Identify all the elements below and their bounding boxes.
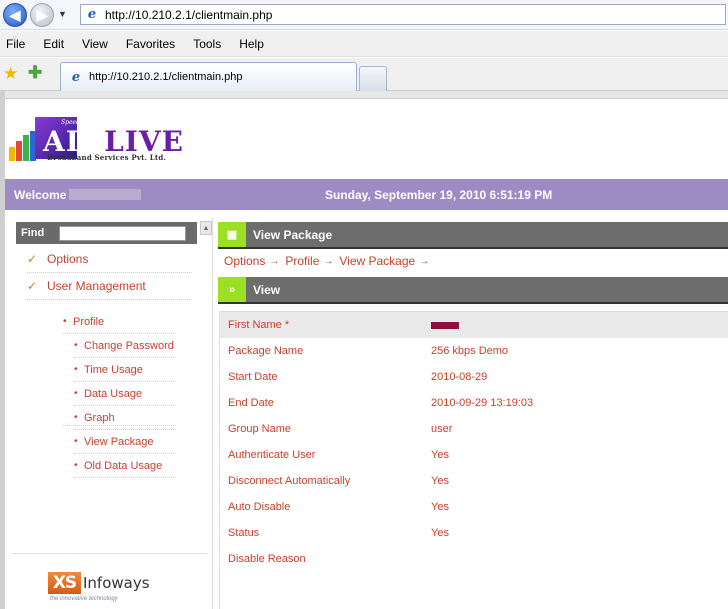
header-divider — [218, 247, 728, 249]
sidebar-subitem-label: Old Data Usage — [84, 459, 163, 472]
sidebar-subitem-old-data-usage[interactable]: • Old Data Usage — [74, 454, 176, 478]
address-bar: ◀ ▶ ▼ e http://10.210.2.1/clientmain.php — [0, 0, 728, 30]
current-datetime: Sunday, September 19, 2010 6:51:19 PM — [325, 187, 553, 202]
welcome-bar: Welcome Sunday, September 19, 2010 6:51:… — [5, 179, 728, 210]
bullet-icon: • — [74, 364, 78, 375]
sidebar-subitem-time-usage[interactable]: • Time Usage — [74, 358, 176, 382]
sidebar-subitem-label: Data Usage — [84, 387, 143, 400]
view-header: » View — [218, 277, 728, 302]
breadcrumb-arrow-icon: → — [323, 255, 334, 267]
sidebar-item-options[interactable]: ✓ Options — [27, 246, 192, 273]
browser-tab[interactable]: e http://10.210.2.1/clientmain.php — [60, 62, 357, 91]
forward-arrow-icon: ▶ — [36, 6, 48, 23]
breadcrumb-options[interactable]: Options — [224, 254, 265, 268]
menu-favorites[interactable]: Favorites — [120, 37, 175, 51]
tab-title: http://10.210.2.1/clientmain.php — [89, 71, 243, 83]
breadcrumb-arrow-icon: → — [419, 255, 430, 267]
breadcrumb-arrow-icon: → — [269, 255, 280, 267]
page-top-border — [0, 91, 728, 99]
back-arrow-icon: ◀ — [9, 6, 21, 23]
breadcrumb: Options → Profile → View Package → — [224, 253, 435, 269]
sidebar-item-label: User Management — [47, 279, 146, 293]
sidebar-subitem-change-password[interactable]: • Change Password — [74, 334, 176, 358]
new-tab-button[interactable] — [359, 66, 387, 91]
breadcrumb-profile[interactable]: Profile — [285, 254, 319, 268]
sidebar-subitem-label: Profile — [73, 315, 105, 328]
view-package-header: ▦ View Package — [218, 222, 728, 247]
sidebar-subitem-view-package[interactable]: • View Package — [74, 430, 176, 454]
sidebar-item-user-management[interactable]: ✓ User Management — [27, 273, 192, 300]
sidebar-scroll-up-icon[interactable]: ▲ — [200, 221, 212, 235]
sidebar-subitem-graph[interactable]: • Graph — [74, 406, 176, 430]
menu-help[interactable]: Help — [233, 37, 264, 51]
add-favorites-icon[interactable]: ✚ — [28, 63, 42, 83]
sidebar-subitem-label: Time Usage — [84, 363, 143, 376]
history-dropdown-icon[interactable]: ▼ — [58, 9, 67, 19]
url-text: http://10.210.2.1/clientmain.php — [105, 7, 273, 22]
menu-view[interactable]: View — [76, 37, 108, 51]
bullet-icon: • — [63, 316, 67, 327]
view-divider — [218, 302, 728, 304]
bullet-icon: • — [74, 340, 78, 351]
welcome-label: Welcome — [14, 187, 67, 202]
grid-icon: ▦ — [218, 222, 246, 247]
sidebar-subitem-profile[interactable]: • Profile — [63, 310, 176, 334]
view-title: View — [253, 282, 281, 297]
forward-button[interactable]: ▶ — [30, 3, 54, 27]
find-input[interactable] — [59, 225, 186, 241]
logo-subtitle: Broadband Services Pvt. Ltd. — [47, 153, 167, 162]
bullet-icon: • — [74, 412, 78, 423]
menu-tools[interactable]: Tools — [187, 37, 221, 51]
url-input[interactable]: e http://10.210.2.1/clientmain.php — [80, 4, 726, 25]
main-panel: ▦ View Package Options → Profile → View … — [218, 218, 728, 609]
sidebar-subitem-label: Graph — [84, 411, 115, 424]
bullet-icon: • — [74, 388, 78, 399]
sidebar-item-label: Options — [47, 252, 89, 266]
sidebar-subitem-label: Change Password — [84, 339, 174, 352]
menu-bar: File Edit View Favorites Tools Help — [0, 31, 728, 57]
back-button[interactable]: ◀ — [3, 3, 27, 27]
welcome-username-redacted — [69, 189, 141, 200]
sidebar-subitem-data-usage[interactable]: • Data Usage — [74, 382, 176, 406]
find-bar: Find — [16, 222, 197, 244]
logo-bars — [9, 131, 37, 161]
sidebar-subitem-label: View Package — [84, 435, 154, 448]
find-label: Find — [21, 227, 45, 239]
favorites-star-icon[interactable]: ★ — [3, 64, 18, 84]
bullet-icon: • — [74, 460, 78, 471]
site-header: Speed AIRLIVE Broadband Services Pvt. Lt… — [5, 99, 728, 179]
bullet-icon: • — [74, 436, 78, 447]
header-gap — [5, 210, 728, 218]
tab-ie-icon: e — [71, 69, 81, 85]
breadcrumb-view-package[interactable]: View Package — [339, 254, 415, 268]
menu-edit[interactable]: Edit — [37, 37, 64, 51]
ie-page-icon: e — [87, 7, 97, 22]
menu-file[interactable]: File — [0, 37, 25, 51]
airlive-logo[interactable]: Speed AIRLIVE Broadband Services Pvt. Lt… — [9, 117, 214, 165]
double-arrow-icon: » — [218, 277, 246, 302]
section-title: View Package — [253, 227, 333, 242]
check-icon: ✓ — [27, 252, 38, 266]
tab-bar: ★ ✚ e http://10.210.2.1/clientmain.php — [0, 58, 728, 91]
check-icon: ✓ — [27, 279, 38, 293]
